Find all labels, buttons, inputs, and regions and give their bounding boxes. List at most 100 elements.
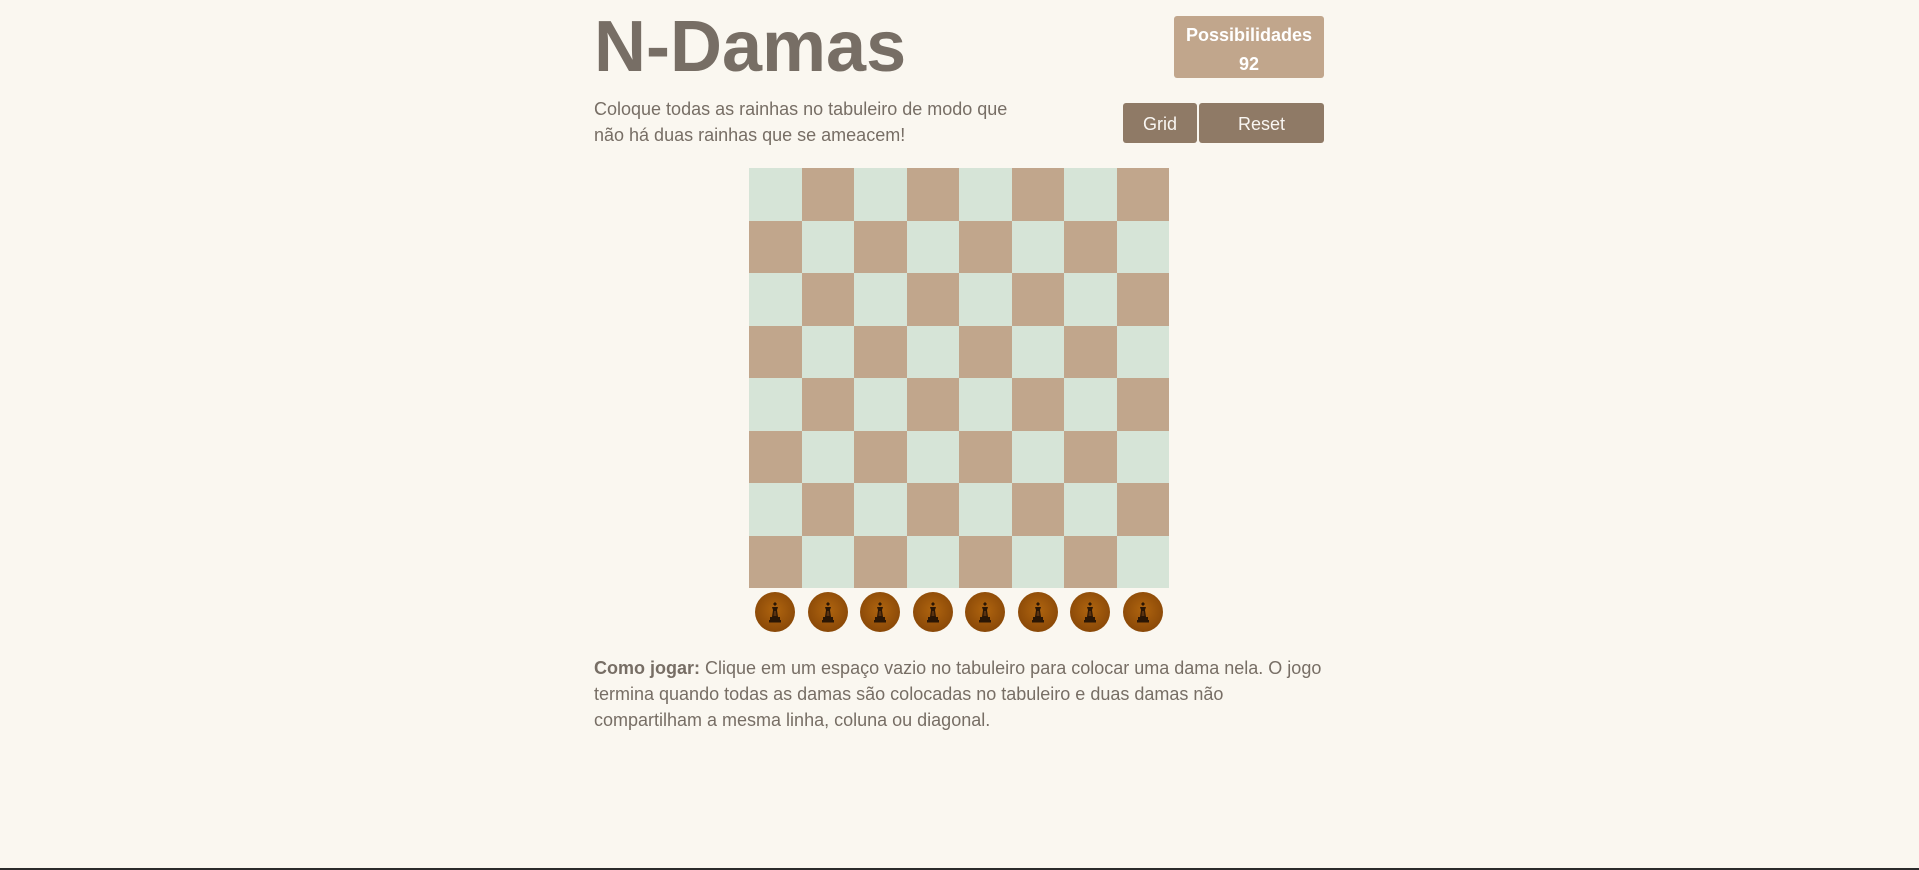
board-cell[interactable] xyxy=(906,378,959,431)
board-cell[interactable] xyxy=(959,220,1012,273)
how-to-play-text: Clique em um espaço vazio no tabuleiro p… xyxy=(594,658,1322,730)
board-cell[interactable] xyxy=(1064,168,1117,221)
board-cell[interactable] xyxy=(801,430,854,483)
queen-piece[interactable] xyxy=(1017,592,1058,632)
queen-piece[interactable] xyxy=(807,592,848,632)
board-cell[interactable] xyxy=(1116,273,1169,326)
board-cell[interactable] xyxy=(854,220,907,273)
board-cell[interactable] xyxy=(959,430,1012,483)
page-title: N-Damas xyxy=(594,7,907,87)
board-cell[interactable] xyxy=(959,273,1012,326)
queen-icon xyxy=(870,600,890,624)
board-cell[interactable] xyxy=(854,273,907,326)
queen-piece[interactable] xyxy=(912,592,953,632)
queen-icon xyxy=(818,600,838,624)
board-cell[interactable] xyxy=(906,273,959,326)
board-cell[interactable] xyxy=(959,535,1012,588)
board-cell[interactable] xyxy=(801,168,854,221)
board-cell[interactable] xyxy=(1011,273,1064,326)
board-cell[interactable] xyxy=(959,483,1012,536)
board-cell[interactable] xyxy=(1011,378,1064,431)
board-cell[interactable] xyxy=(801,535,854,588)
queen-slot xyxy=(802,591,855,633)
queen-icon xyxy=(1028,600,1048,624)
board-cell[interactable] xyxy=(801,378,854,431)
board-cell[interactable] xyxy=(1064,483,1117,536)
queen-piece[interactable] xyxy=(1070,592,1111,632)
board-cell[interactable] xyxy=(906,430,959,483)
reset-button[interactable]: Reset xyxy=(1199,103,1324,143)
queen-icon xyxy=(1080,600,1100,624)
board-cell[interactable] xyxy=(1064,378,1117,431)
board-cell[interactable] xyxy=(1011,325,1064,378)
board-cell[interactable] xyxy=(906,220,959,273)
queen-tray xyxy=(749,591,1169,633)
intro-text: Coloque todas as rainhas no tabuleiro de… xyxy=(594,99,1008,145)
board-cell[interactable] xyxy=(801,483,854,536)
board-cell[interactable] xyxy=(959,325,1012,378)
queen-slot xyxy=(854,591,907,633)
board-cell[interactable] xyxy=(906,483,959,536)
possibilities-box: Possibilidades 92 xyxy=(1174,16,1324,78)
board-cell[interactable] xyxy=(1116,168,1169,221)
board-cell[interactable] xyxy=(854,325,907,378)
queen-slot xyxy=(1012,591,1065,633)
board-cell[interactable] xyxy=(854,168,907,221)
board-cell[interactable] xyxy=(749,535,802,588)
board-cell[interactable] xyxy=(906,168,959,221)
board-cell[interactable] xyxy=(1011,430,1064,483)
queen-slot xyxy=(959,591,1012,633)
board-cell[interactable] xyxy=(1116,220,1169,273)
queen-icon xyxy=(975,600,995,624)
board-cell[interactable] xyxy=(1116,483,1169,536)
board-cell[interactable] xyxy=(959,378,1012,431)
board-cell[interactable] xyxy=(959,168,1012,221)
queen-slot xyxy=(749,591,802,633)
board-cell[interactable] xyxy=(1116,378,1169,431)
queen-piece[interactable] xyxy=(965,592,1006,632)
possibilities-label: Possibilidades xyxy=(1185,25,1313,45)
queen-piece[interactable] xyxy=(860,592,901,632)
board-cell[interactable] xyxy=(801,220,854,273)
how-to-play: Como jogar: Clique em um espaço vazio no… xyxy=(594,655,1324,733)
queen-piece[interactable] xyxy=(755,592,796,632)
board-cell[interactable] xyxy=(1011,168,1064,221)
board-cell[interactable] xyxy=(749,325,802,378)
board-cell[interactable] xyxy=(1116,535,1169,588)
board-cell[interactable] xyxy=(749,273,802,326)
possibilities-value: 92 xyxy=(1238,54,1260,74)
board-cell[interactable] xyxy=(749,378,802,431)
queen-slot xyxy=(1064,591,1117,633)
board-cell[interactable] xyxy=(801,325,854,378)
board-cell[interactable] xyxy=(749,168,802,221)
board-cell[interactable] xyxy=(801,273,854,326)
board-cell[interactable] xyxy=(854,483,907,536)
queen-icon xyxy=(1133,600,1153,624)
board-cell[interactable] xyxy=(749,220,802,273)
board-cell[interactable] xyxy=(854,535,907,588)
board-cell[interactable] xyxy=(1064,325,1117,378)
queen-slot xyxy=(1117,591,1170,633)
board-cell[interactable] xyxy=(1011,220,1064,273)
board-cell[interactable] xyxy=(854,430,907,483)
board-cell[interactable] xyxy=(906,325,959,378)
board-cell[interactable] xyxy=(749,430,802,483)
board-cell[interactable] xyxy=(906,535,959,588)
queen-icon xyxy=(923,600,943,624)
board-cell[interactable] xyxy=(1064,273,1117,326)
board-cell[interactable] xyxy=(1011,483,1064,536)
board-cell[interactable] xyxy=(1011,535,1064,588)
board-cell[interactable] xyxy=(854,378,907,431)
how-to-play-label: Como jogar: xyxy=(594,658,700,678)
queen-icon xyxy=(765,600,785,624)
board-cell[interactable] xyxy=(1064,535,1117,588)
chess-board xyxy=(749,168,1169,588)
board-cell[interactable] xyxy=(1064,220,1117,273)
queen-piece[interactable] xyxy=(1122,592,1163,632)
board-cell[interactable] xyxy=(1064,430,1117,483)
board-cell[interactable] xyxy=(1116,325,1169,378)
board-cell[interactable] xyxy=(1116,430,1169,483)
queen-slot xyxy=(907,591,960,633)
grid-button[interactable]: Grid xyxy=(1123,103,1197,143)
board-cell[interactable] xyxy=(749,483,802,536)
